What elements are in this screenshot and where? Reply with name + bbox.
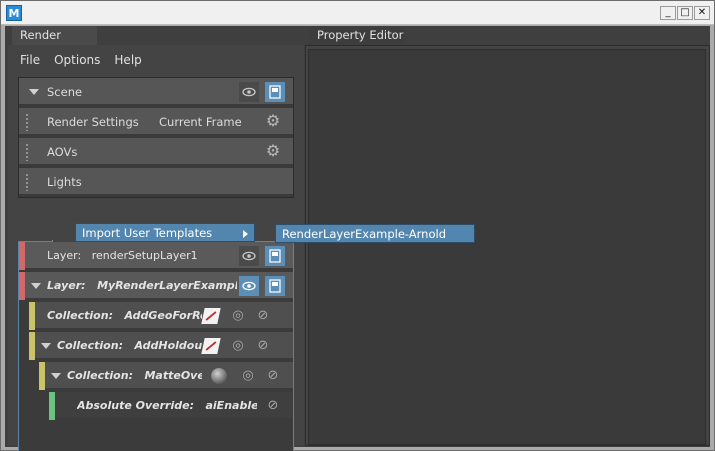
scene-settings-block: Scene Render Settings Current Frame ⚙ AO…	[18, 77, 294, 198]
gear-icon[interactable]: ⚙	[264, 112, 282, 130]
scene-row[interactable]: Scene	[19, 78, 293, 106]
menu-help[interactable]: Help	[114, 53, 141, 67]
list-item[interactable]: Layer: MyRenderLayerExample	[19, 272, 293, 300]
override-color-stripe	[49, 392, 55, 420]
isolate-icon[interactable]: ◎	[229, 337, 247, 355]
renderable-icon[interactable]	[265, 276, 285, 296]
drag-handle-icon[interactable]	[25, 113, 29, 131]
render-settings-label: Render Settings	[47, 115, 139, 129]
visibility-eye-icon[interactable]	[239, 276, 259, 296]
tab-property-editor[interactable]: Property Editor	[309, 26, 405, 45]
lights-row[interactable]: Lights	[19, 168, 293, 196]
property-editor-content	[308, 49, 706, 445]
menu-item-label: Import User Templates	[82, 226, 213, 240]
item-prefix: Collection:	[47, 309, 113, 322]
isolate-icon[interactable]: ◎	[239, 367, 257, 385]
item-name: AddGeoForRender	[124, 309, 202, 322]
layer-color-stripe	[19, 272, 25, 300]
item-prefix: Layer:	[47, 249, 82, 262]
expand-triangle-icon[interactable]	[51, 373, 61, 379]
renderable-icon[interactable]	[265, 82, 285, 102]
layer-color-stripe	[19, 242, 25, 270]
disable-icon[interactable]: ⊘	[254, 307, 272, 325]
renderable-icon[interactable]	[265, 246, 285, 266]
drag-handle-icon[interactable]	[25, 143, 29, 161]
item-name: renderSetupLayer1	[91, 249, 198, 262]
menu-bar: File Options Help	[20, 53, 142, 67]
aovs-label: AOVs	[47, 145, 78, 159]
menu-options[interactable]: Options	[54, 53, 100, 67]
list-item[interactable]: Layer: renderSetupLayer1	[19, 242, 293, 270]
list-item[interactable]: Collection: AddGeoForRender ◎ ⊘	[29, 302, 293, 330]
gear-icon[interactable]: ⚙	[264, 142, 282, 160]
drag-handle-icon[interactable]	[25, 173, 29, 191]
item-name: MyRenderLayerExample	[97, 279, 237, 292]
item-prefix: Absolute Override:	[77, 399, 194, 412]
expand-triangle-icon[interactable]	[31, 283, 41, 289]
shader-sphere-icon[interactable]	[211, 368, 227, 384]
property-editor-panel	[305, 45, 710, 446]
scene-label: Scene	[47, 85, 83, 99]
menu-file[interactable]: File	[20, 53, 40, 67]
template-submenu-item[interactable]: RenderLayerExample-Arnold	[275, 224, 475, 243]
title-bar: M _ □ ✕	[1, 1, 714, 25]
render-setup-panel: File Options Help Scene Render Settings …	[8, 45, 304, 451]
expand-triangle-icon[interactable]	[41, 343, 51, 349]
item-prefix: Layer:	[47, 279, 86, 292]
submenu-item-label: RenderLayerExample-Arnold	[282, 227, 447, 241]
isolate-icon[interactable]: ◎	[229, 307, 247, 325]
expand-triangle-icon[interactable]	[29, 89, 39, 95]
popup-margin	[53, 223, 75, 242]
list-item[interactable]: Collection: MatteOverride ◎ ⊘	[39, 362, 293, 390]
item-name: MatteOverride	[144, 369, 202, 382]
current-frame-value: Current Frame	[159, 115, 242, 129]
collection-color-stripe	[29, 332, 35, 360]
window-controls: _ □ ✕	[660, 6, 710, 20]
lights-label: Lights	[47, 175, 82, 189]
render-settings-row[interactable]: Render Settings Current Frame ⚙	[19, 108, 293, 136]
disable-icon[interactable]: ⊘	[254, 337, 272, 355]
render-setup-window: M _ □ ✕ Render Setup Property Editor Fil…	[0, 0, 715, 451]
tab-render-setup[interactable]: Render Setup	[12, 26, 97, 61]
aovs-row[interactable]: AOVs ⚙	[19, 138, 293, 166]
item-name: aiEnableMatte	[205, 399, 257, 412]
geometry-selector-icon[interactable]	[201, 308, 221, 324]
close-button[interactable]: ✕	[694, 6, 710, 20]
render-layer-list: Layer: renderSetupLayer1 Layer: MyRender…	[18, 241, 294, 451]
list-item[interactable]: Absolute Override: aiEnableMatte ⊘	[49, 392, 293, 420]
maya-app-icon: M	[6, 5, 22, 21]
geometry-selector-icon[interactable]	[201, 338, 221, 354]
collection-color-stripe	[39, 362, 45, 390]
item-prefix: Collection:	[57, 339, 123, 352]
minimize-button[interactable]: _	[660, 6, 676, 20]
import-user-templates-menu-item[interactable]: Import User Templates	[75, 223, 255, 242]
maximize-button[interactable]: □	[677, 6, 693, 20]
visibility-eye-icon[interactable]	[239, 82, 259, 102]
list-item[interactable]: Collection: AddHoldoutGeo ◎ ⊘	[29, 332, 293, 360]
disable-icon[interactable]: ⊘	[264, 367, 282, 385]
item-prefix: Collection:	[67, 369, 133, 382]
visibility-eye-icon[interactable]	[239, 246, 259, 266]
collection-color-stripe	[29, 302, 35, 330]
disable-icon[interactable]: ⊘	[264, 397, 282, 415]
item-name: AddHoldoutGeo	[134, 339, 202, 352]
submenu-arrow-icon	[243, 230, 248, 238]
